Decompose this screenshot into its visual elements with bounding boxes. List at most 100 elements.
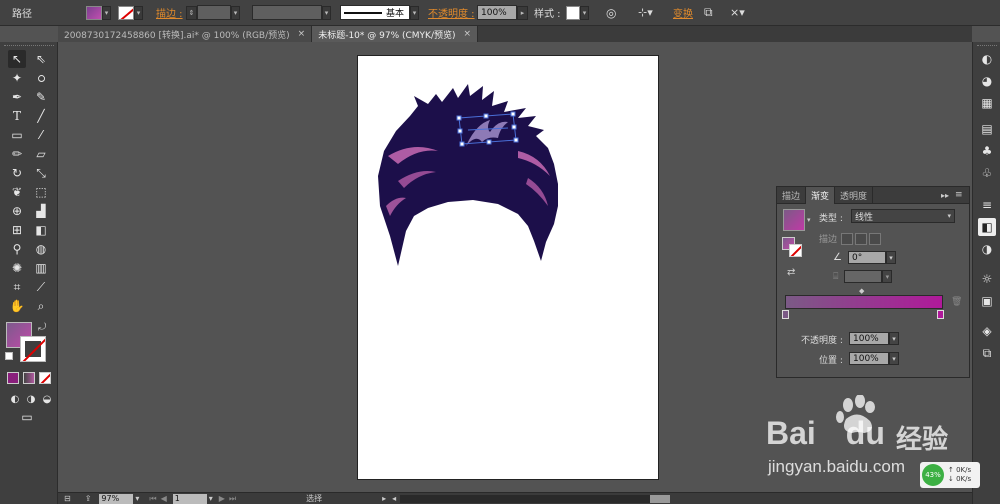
stroke-none-swatch[interactable]	[118, 5, 134, 20]
color-guide-icon[interactable]: ◕	[978, 72, 996, 90]
aspect-ratio-field[interactable]	[844, 270, 883, 283]
mesh-tool-icon[interactable]: ⊞	[8, 221, 26, 239]
swatches-panel-icon[interactable]: ▦	[978, 94, 996, 112]
fill-swatch[interactable]	[86, 5, 102, 20]
stroke-within-icon[interactable]	[841, 232, 854, 245]
shape-builder-tool-icon[interactable]: ⊕	[8, 202, 26, 220]
none-mode-icon[interactable]	[39, 372, 51, 384]
gradient-preview-swatch[interactable]	[783, 209, 805, 231]
midpoint-diamond-icon[interactable]: ◆	[859, 287, 864, 295]
style-dropdown-icon[interactable]: ▾	[580, 5, 589, 20]
recolor-icon[interactable]: ◎	[606, 4, 616, 21]
stroke-across-icon[interactable]	[869, 232, 882, 245]
scroll-left-icon[interactable]: ◂	[392, 494, 396, 503]
gradient-tool-icon[interactable]: ◧	[32, 221, 50, 239]
selection-tool-icon[interactable]: ↖	[8, 50, 26, 68]
share-icon[interactable]: ⇪	[85, 494, 92, 503]
stroke-color-swatch[interactable]	[20, 336, 46, 362]
zoom-tool-icon[interactable]: ⌕	[32, 297, 50, 315]
slice-tool-icon[interactable]: ⟋	[32, 278, 50, 296]
toolbar-grip[interactable]	[4, 45, 54, 48]
transparency-panel-icon[interactable]: ◑	[978, 240, 996, 258]
variable-width-group[interactable]: ▾	[252, 4, 331, 21]
stop-opacity-field[interactable]: 100%	[849, 332, 889, 345]
stroke-stepper-icon[interactable]: ⇕	[186, 5, 197, 20]
reverse-gradient-icon[interactable]: ⇄	[787, 267, 795, 278]
variable-width-dropdown-icon[interactable]: ▾	[322, 5, 331, 20]
mini-fill-stroke-icon[interactable]	[782, 237, 802, 257]
graphic-style-icon[interactable]: ▣	[978, 292, 996, 310]
stop-opacity-dropdown-icon[interactable]: ▾	[889, 332, 899, 345]
tab-gradient[interactable]: 渐变	[806, 187, 836, 204]
hand-tool-icon[interactable]: ✋	[8, 297, 26, 315]
transform-link-group[interactable]: 变换	[673, 4, 693, 21]
panel-menu-icon[interactable]: ≡	[955, 187, 969, 203]
pen-tool-icon[interactable]: ✒	[8, 88, 26, 106]
lasso-tool-icon[interactable]: ഠ	[32, 69, 50, 87]
location-dropdown-icon[interactable]: ▾	[889, 352, 899, 365]
first-artboard-icon[interactable]: ⏮	[149, 494, 156, 504]
gradient-preview-dropdown-icon[interactable]: ▾	[807, 216, 811, 224]
rectangle-tool-icon[interactable]: ▭	[8, 126, 26, 144]
align-icon[interactable]: ⊹▾	[638, 4, 653, 21]
tab-stroke[interactable]: 描边	[777, 187, 807, 204]
blend-tool-icon[interactable]: ◍	[32, 240, 50, 258]
status-arrow-icon[interactable]: ▸	[382, 494, 386, 503]
tab-document-1[interactable]: 2008730172458860 [转换].ai* @ 100% (RGB/预览…	[58, 26, 313, 42]
eraser-tool-icon[interactable]: ▱	[32, 145, 50, 163]
scrollbar-thumb[interactable]	[650, 494, 671, 503]
panel-options-icon[interactable]: ⨯▾	[730, 4, 745, 21]
stroke-weight-field[interactable]	[197, 5, 231, 20]
gradient-stop-right[interactable]	[937, 310, 944, 319]
line-tool-icon[interactable]: ╱	[32, 107, 50, 125]
horizontal-scrollbar[interactable]	[400, 494, 651, 503]
stop-opacity-group[interactable]: 100% ▾	[849, 332, 899, 345]
tab-transparency[interactable]: 透明度	[835, 187, 874, 204]
fill-dropdown-icon[interactable]: ▾	[102, 5, 111, 20]
rotate-tool-icon[interactable]: ↻	[8, 164, 26, 182]
stroke-weight-group[interactable]: ⇕ ▾	[186, 4, 240, 21]
transform-link[interactable]: 变换	[673, 5, 693, 20]
gradient-mode-icon[interactable]	[23, 372, 35, 384]
gradient-ramp[interactable]	[785, 295, 943, 309]
brush-profile-field[interactable]: 基本	[340, 5, 410, 20]
curvature-tool-icon[interactable]: ✎	[32, 88, 50, 106]
symbol-sprayer-tool-icon[interactable]: ✺	[8, 259, 26, 277]
fill-stroke-mini[interactable]	[782, 237, 802, 257]
opacity-label-group[interactable]: 不透明度 :	[428, 4, 475, 21]
close-icon[interactable]: ×	[464, 29, 472, 39]
default-colors-icon[interactable]	[5, 352, 13, 360]
artboard-dropdown-icon[interactable]: ▾	[209, 494, 213, 503]
artboard[interactable]	[357, 55, 659, 480]
free-transform-tool-icon[interactable]: ⬚	[32, 183, 50, 201]
brushes-panel-icon[interactable]: ▤	[978, 120, 996, 138]
stop-swatch-left[interactable]	[782, 310, 789, 319]
variable-width-field[interactable]	[252, 5, 322, 20]
zoom-dropdown-icon[interactable]: ▾	[135, 494, 139, 503]
appearance-panel-icon[interactable]: ☼	[978, 270, 996, 288]
warp-tool-icon[interactable]: ❦	[8, 183, 26, 201]
opacity-link[interactable]: 不透明度 :	[428, 5, 475, 20]
angle-field[interactable]: 0°	[847, 251, 886, 264]
layers-panel-icon[interactable]: ◈	[978, 322, 996, 340]
eyedropper-tool-icon[interactable]: ⚲	[8, 240, 26, 258]
graphic-styles-icon[interactable]: ♧	[978, 164, 996, 182]
brush-profile-dropdown-icon[interactable]: ▾	[410, 5, 419, 20]
collapse-panel-icon[interactable]: ▸▸	[941, 187, 955, 203]
stroke-panel-icon[interactable]: ≡	[978, 196, 996, 214]
gradient-stop-left[interactable]	[782, 310, 789, 319]
pencil-tool-icon[interactable]: ✏	[8, 145, 26, 163]
gradient-panel-icon[interactable]: ◧	[978, 218, 996, 236]
isolate-icon[interactable]: ⧉	[704, 4, 713, 21]
tab-document-2[interactable]: 未标题-10* @ 97% (CMYK/预览) ×	[312, 26, 479, 42]
color-panel-icon[interactable]: ◐	[978, 50, 996, 68]
brush-profile-group[interactable]: 基本 ▾	[340, 4, 419, 21]
prev-artboard-icon[interactable]: ◀	[161, 494, 167, 503]
stroke-dropdown-icon[interactable]: ▾	[134, 5, 143, 20]
stroke-along-icon[interactable]	[855, 232, 868, 245]
swap-colors-icon[interactable]: ⤾	[38, 322, 46, 333]
gradient-preview-group[interactable]: ▾	[783, 209, 811, 231]
column-graph-tool-icon[interactable]: ▥	[32, 259, 50, 277]
stroke-weight-link[interactable]: 描边 :	[156, 5, 183, 20]
fill-swatch-group[interactable]: ▾	[86, 4, 111, 21]
